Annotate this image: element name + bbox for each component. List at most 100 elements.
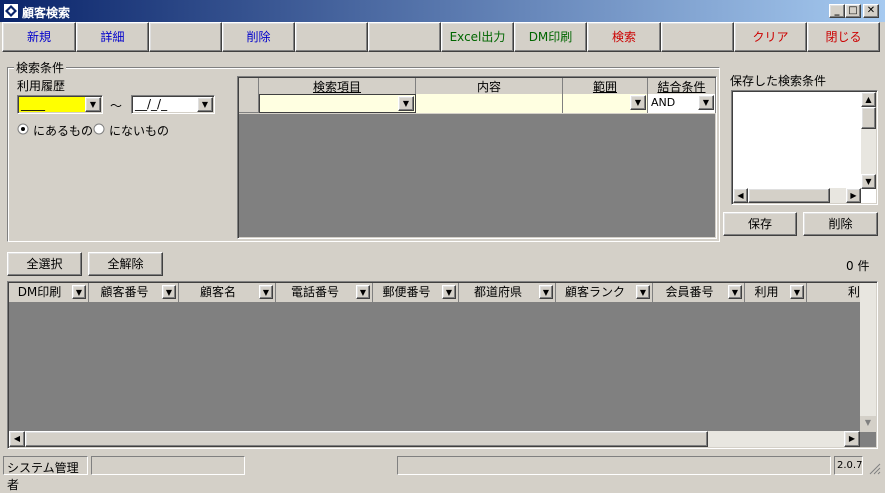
col-customer-number[interactable]: 顧客番号 ▼ (89, 283, 179, 303)
results-header-row: DM印刷 ▼ 顧客番号 ▼ 顧客名 ▼ 電話番号 ▼ 郵便番号 ▼ 都道府県 ▼ 顧客ランク… (9, 283, 861, 303)
excel-export-button[interactable]: Excel出力 (441, 22, 514, 52)
col-phone[interactable]: 電話番号 ▼ (276, 283, 373, 303)
chevron-down-icon[interactable]: ▼ (698, 95, 714, 110)
toolbar-empty-button-3[interactable] (368, 22, 441, 52)
saved-conditions-label: 保存した検索条件 (730, 74, 827, 88)
maximize-button[interactable]: □ (845, 4, 861, 18)
chevron-down-icon[interactable]: ▼ (630, 95, 646, 110)
chevron-down-icon[interactable]: ▼ (398, 96, 414, 111)
scroll-right-icon[interactable]: ▶ (844, 431, 860, 447)
col-label: 電話番号 (290, 285, 339, 299)
col-label: 都道府県 (473, 285, 522, 299)
vertical-scrollbar[interactable]: ▲ ▼ (861, 92, 876, 189)
col-usage-2[interactable]: 利用 (807, 283, 861, 303)
cell-content[interactable] (416, 94, 563, 113)
col-usage[interactable]: 利用 ▼ (745, 283, 807, 303)
col-postal-code[interactable]: 郵便番号 ▼ (373, 283, 459, 303)
toolbar-empty-button-4[interactable] (661, 22, 734, 52)
result-count: 0 件 (846, 259, 870, 273)
scroll-left-icon[interactable]: ◀ (733, 188, 748, 203)
column-menu-icon[interactable]: ▼ (539, 285, 553, 299)
delete-condition-button[interactable]: 削除 (803, 212, 878, 236)
radio-hasnot-label: にないもの (109, 124, 170, 138)
column-menu-icon[interactable]: ▼ (72, 285, 86, 299)
col-dm-print[interactable]: DM印刷 ▼ (9, 283, 89, 303)
tilde-separator: ～ (110, 99, 123, 113)
column-menu-icon[interactable]: ▼ (442, 285, 456, 299)
col-label: 顧客ランク (564, 285, 625, 299)
col-label: 会員番号 (665, 285, 714, 299)
resize-grip-icon[interactable] (868, 462, 881, 475)
col-label: 利用 (754, 285, 779, 299)
scroll-up-icon[interactable]: ▲ (861, 92, 876, 107)
date-from-combo[interactable]: ____ ▼ (17, 95, 103, 114)
conditions-grid[interactable]: 検索項目 内容 範囲 結合条件 ▼ ▼ AND ▼ (237, 76, 717, 239)
col-label: 郵便番号 (382, 285, 431, 299)
close-window-button[interactable]: ✕ (863, 4, 879, 18)
detail-button[interactable]: 詳細 (76, 22, 149, 52)
radio-has-label: にあるもの (33, 124, 94, 138)
scroll-thumb[interactable] (748, 188, 830, 203)
minimize-button[interactable]: _ (829, 4, 845, 18)
select-all-button[interactable]: 全選択 (7, 252, 82, 276)
scroll-thumb[interactable] (861, 107, 876, 129)
horizontal-scrollbar[interactable]: ◀ ▶ (9, 431, 860, 447)
cell-search-item[interactable]: ▼ (259, 94, 416, 113)
col-label: DM印刷 (17, 285, 62, 299)
app-icon (3, 3, 19, 19)
row-divider (239, 113, 716, 114)
column-menu-icon[interactable]: ▼ (790, 285, 804, 299)
scroll-right-icon[interactable]: ▶ (846, 188, 861, 203)
column-menu-icon[interactable]: ▼ (728, 285, 742, 299)
toolbar-empty-button-2[interactable] (295, 22, 368, 52)
column-menu-icon[interactable]: ▼ (259, 285, 273, 299)
cell-range[interactable]: ▼ (563, 94, 648, 113)
col-label: 顧客名 (199, 285, 236, 299)
scroll-left-icon[interactable]: ◀ (9, 431, 25, 447)
row-header (239, 94, 259, 113)
radio-hasnot[interactable]: にないもの (93, 122, 173, 138)
col-member-number[interactable]: 会員番号 ▼ (653, 283, 745, 303)
column-menu-icon[interactable]: ▼ (356, 285, 370, 299)
scroll-down-icon[interactable]: ▼ (861, 174, 876, 189)
window-title: 顧客検索 (22, 6, 71, 20)
radio-checked-icon (17, 123, 29, 135)
radio-has[interactable]: にあるもの (17, 122, 97, 138)
col-label: 顧客番号 (100, 285, 149, 299)
col-customer-rank[interactable]: 顧客ランク ▼ (556, 283, 653, 303)
save-condition-button[interactable]: 保存 (723, 212, 797, 236)
col-prefecture[interactable]: 都道府県 ▼ (459, 283, 556, 303)
date-from-value: ____ (21, 97, 45, 111)
column-menu-icon[interactable]: ▼ (636, 285, 650, 299)
status-version: 2.0.7 (834, 456, 863, 475)
date-to-value: __/_/_ (135, 97, 168, 111)
radio-unchecked-icon (93, 123, 105, 135)
chevron-down-icon[interactable]: ▼ (197, 97, 213, 112)
saved-conditions-list[interactable]: ▲ ▼ ◀ ▶ (731, 90, 878, 205)
close-button[interactable]: 閉じる (807, 22, 880, 52)
cell-combine[interactable]: AND ▼ (648, 94, 716, 113)
col-customer-name[interactable]: 顧客名 ▼ (179, 283, 276, 303)
search-button[interactable]: 検索 (587, 22, 661, 52)
usage-history-label: 利用履歴 (17, 79, 66, 93)
column-menu-icon[interactable]: ▼ (162, 285, 176, 299)
chevron-down-icon[interactable]: ▼ (85, 97, 101, 112)
title-bar: 顧客検索 _ □ ✕ (0, 0, 885, 22)
new-button[interactable]: 新規 (2, 22, 76, 52)
status-user: システム管理者 (3, 456, 88, 492)
vertical-scrollbar[interactable]: ▼ (860, 283, 876, 432)
scroll-down-icon[interactable]: ▼ (860, 416, 876, 432)
results-grid[interactable]: DM印刷 ▼ 顧客番号 ▼ 顧客名 ▼ 電話番号 ▼ 郵便番号 ▼ 都道府県 ▼ 顧客ランク… (7, 281, 878, 449)
deselect-all-button[interactable]: 全解除 (88, 252, 163, 276)
delete-button[interactable]: 削除 (222, 22, 295, 52)
clear-button[interactable]: クリア (734, 22, 807, 52)
date-to-combo[interactable]: __/_/_ ▼ (131, 95, 215, 114)
toolbar-empty-button-1[interactable] (149, 22, 222, 52)
search-conditions-legend: 検索条件 (14, 59, 67, 76)
status-panel-3 (397, 456, 831, 475)
combine-value: AND (651, 96, 676, 109)
horizontal-scrollbar[interactable]: ◀ ▶ (733, 188, 861, 203)
status-panel-2 (91, 456, 245, 475)
scroll-thumb[interactable] (25, 431, 708, 447)
dm-print-button[interactable]: DM印刷 (514, 22, 587, 52)
